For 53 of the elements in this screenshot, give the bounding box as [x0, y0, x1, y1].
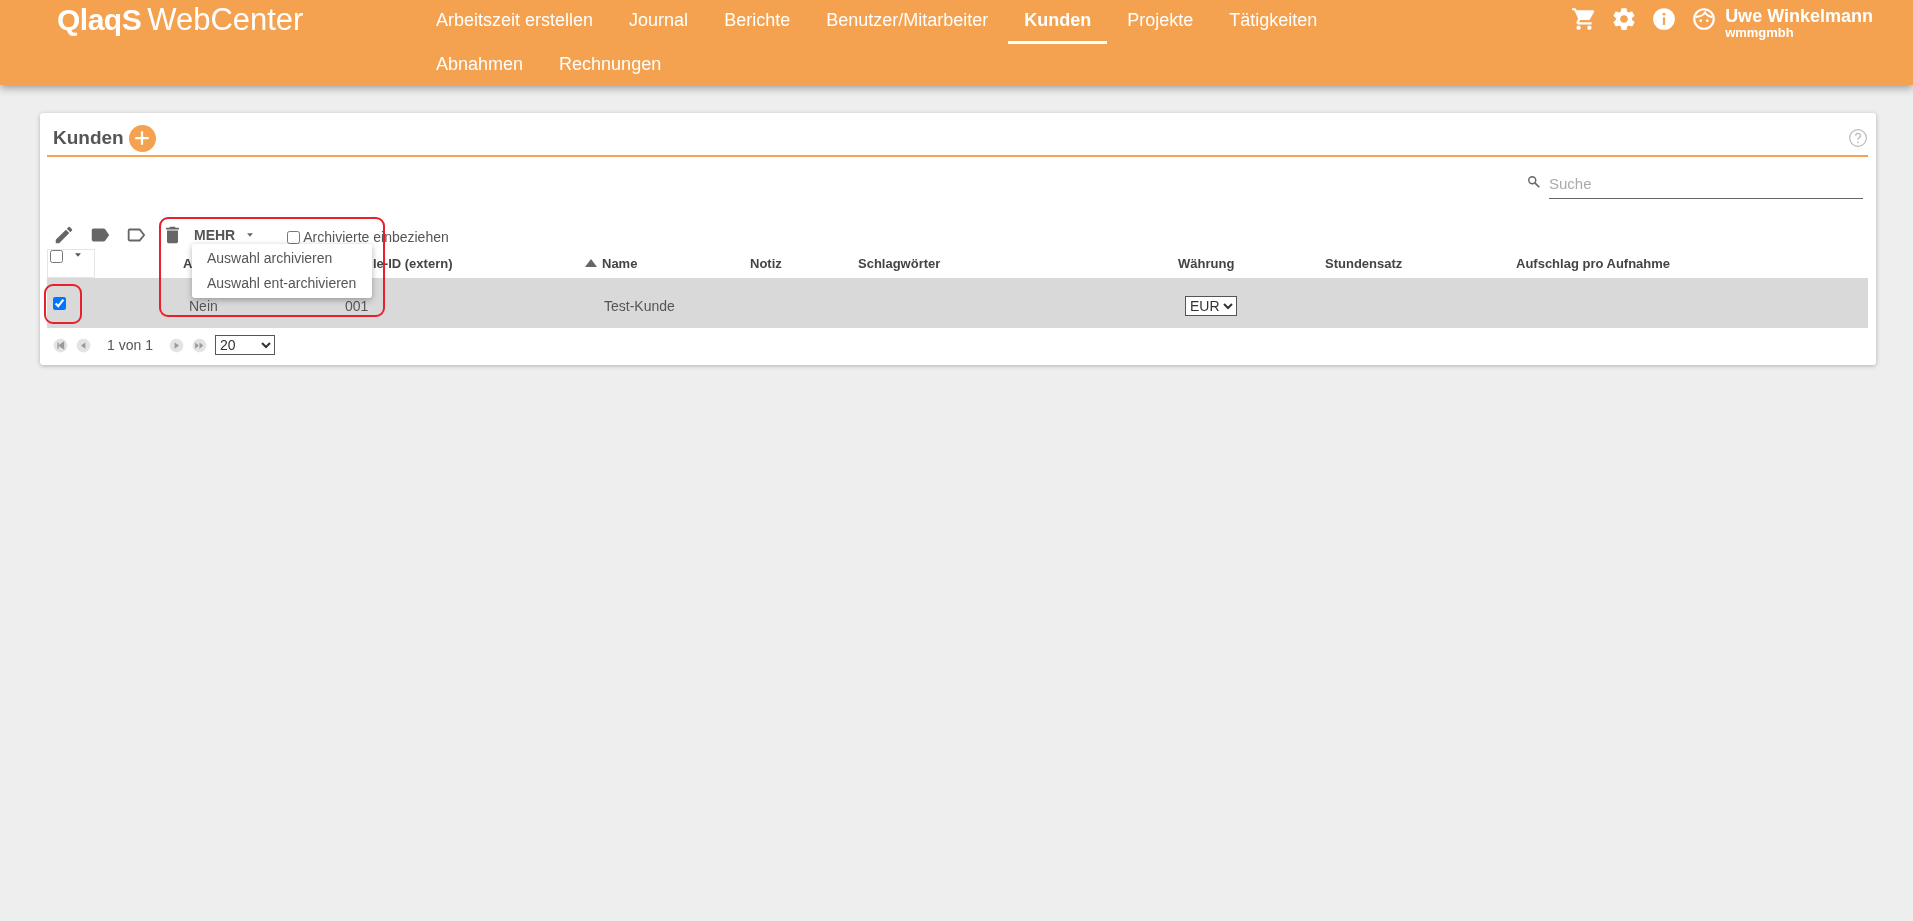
next-page-button[interactable]	[168, 337, 184, 353]
trash-button[interactable]	[163, 224, 182, 246]
user-name[interactable]: Uwe Winkelmann	[1725, 6, 1873, 26]
help-icon[interactable]	[1848, 128, 1868, 148]
nav-tab[interactable]: Abnahmen	[420, 44, 540, 88]
first-page-icon	[53, 337, 68, 353]
next-page-icon	[168, 337, 184, 353]
plus-icon	[133, 129, 152, 147]
column-header: A	[183, 255, 193, 271]
nav-tab[interactable]: Berichte	[708, 0, 807, 44]
logo-product: WebCenter	[147, 2, 304, 38]
column-header: Stundensatz	[1325, 255, 1403, 271]
panel-title: Kunden	[53, 127, 124, 149]
previous-page-icon	[76, 337, 91, 353]
row-checkbox[interactable]	[53, 296, 66, 310]
company-name: wmmgmbh	[1725, 26, 1795, 40]
avatar-icon[interactable]	[1691, 6, 1718, 32]
page-indicator: 1 von 1	[107, 337, 153, 353]
column-header: Aufschlag pro Aufnahme	[1516, 255, 1671, 271]
nav-tab[interactable]: Arbeitszeit erstellen	[420, 0, 610, 44]
last-page-button[interactable]	[191, 337, 207, 353]
nav-tab[interactable]: Journal	[613, 0, 705, 44]
menu-item[interactable]: Auswahl archivieren	[192, 246, 372, 271]
search-icon	[1527, 175, 1541, 189]
edit-button[interactable]	[53, 224, 75, 246]
edit-icon	[53, 224, 75, 246]
nav-tab[interactable]: Rechnungen	[543, 44, 678, 88]
checkbox[interactable]	[287, 230, 301, 244]
column-header: Name	[602, 255, 638, 271]
nav-tab[interactable]: Tätigkeiten	[1213, 0, 1334, 44]
column-header: Notiz	[750, 255, 782, 271]
select-all-checkbox[interactable]	[50, 250, 63, 263]
table-cell: Nein	[189, 298, 218, 314]
logo-brand: QlaqS	[57, 3, 142, 37]
add-button[interactable]	[128, 124, 156, 152]
nav-tab[interactable]: Benutzer/Mitarbeiter	[810, 0, 1005, 44]
trash-icon	[163, 224, 182, 246]
info-icon[interactable]	[1651, 6, 1678, 32]
last-page-icon	[191, 337, 207, 353]
nav-tab[interactable]: Projekte	[1111, 0, 1210, 44]
first-page-button[interactable]	[53, 337, 68, 353]
highlight-frame	[44, 284, 82, 324]
column-header: Währung	[1178, 255, 1235, 271]
page-size-select[interactable]: 20	[214, 335, 275, 355]
table-cell: Test-Kunde	[604, 298, 675, 314]
table-cell: 001	[345, 298, 369, 314]
column-header: Schlagwörter	[858, 255, 941, 271]
search-field[interactable]: Suche	[1549, 175, 1863, 199]
nav-tab[interactable]: Kunden	[1008, 0, 1108, 44]
select-all-dropdown[interactable]	[47, 249, 95, 278]
currency-select[interactable]: EUR	[1185, 296, 1237, 316]
previous-page-button[interactable]	[76, 337, 91, 353]
more-button[interactable]: MEHR	[194, 227, 256, 243]
